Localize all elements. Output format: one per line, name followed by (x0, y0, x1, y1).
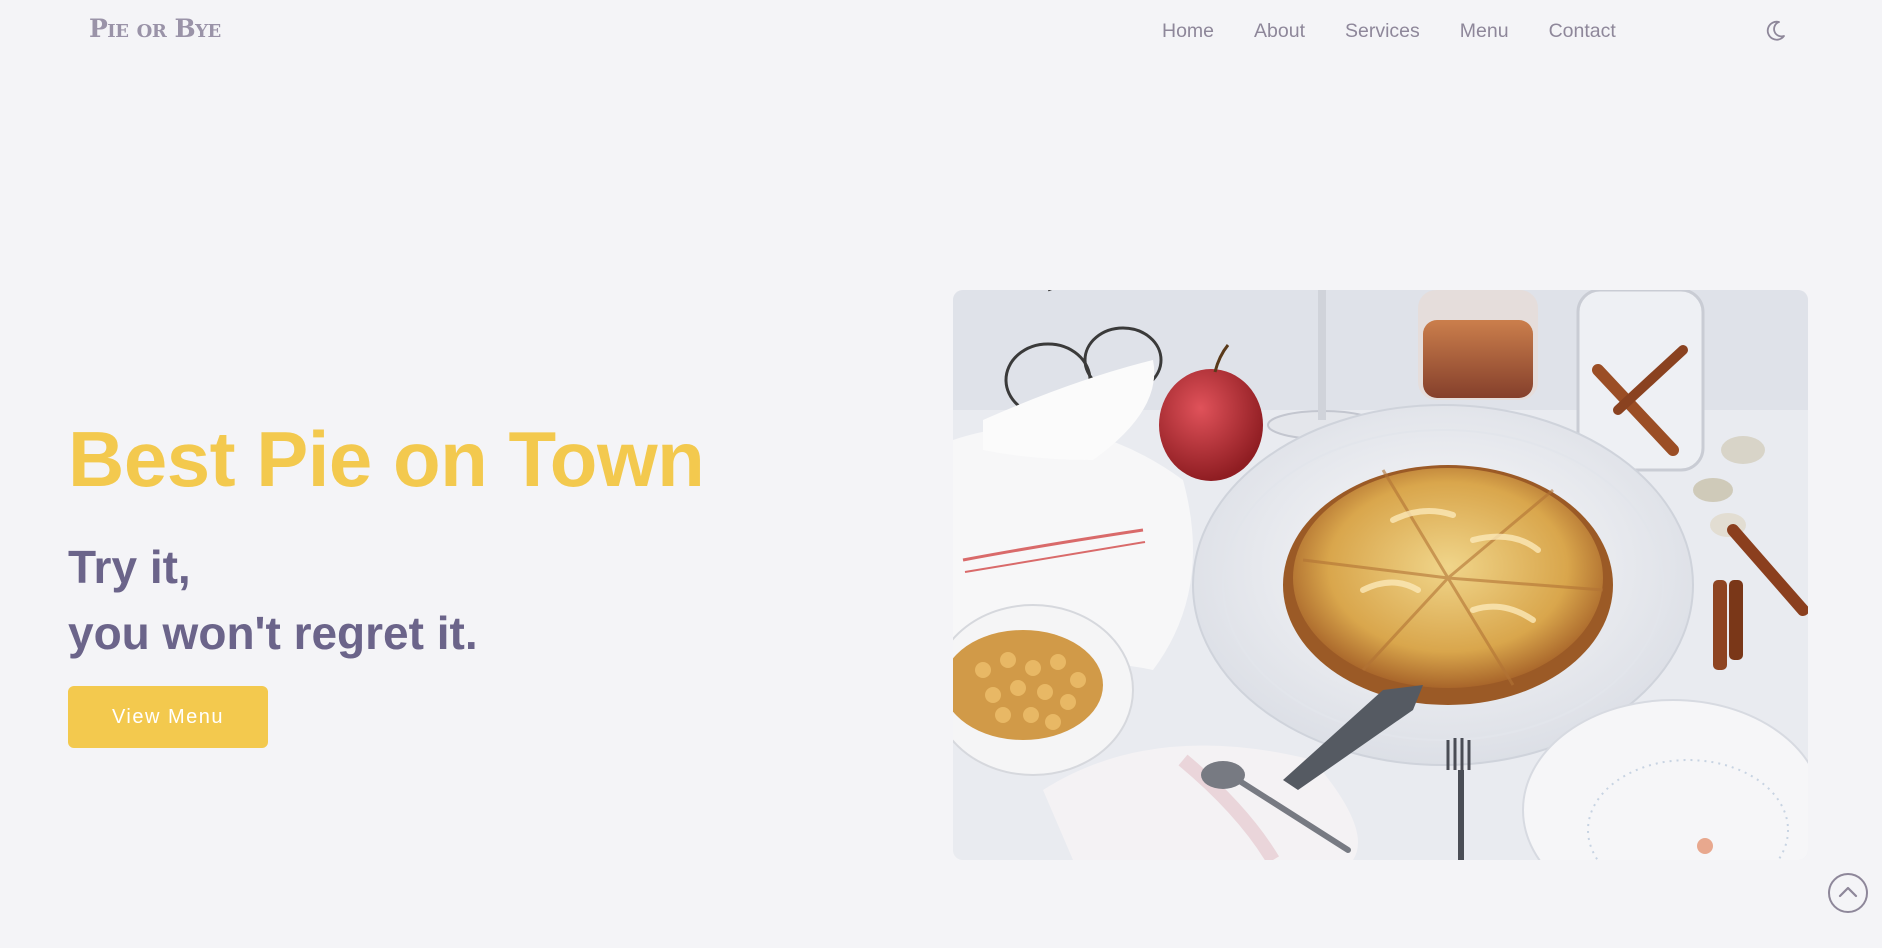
hero-tagline-line-2: you won't regret it. (68, 607, 478, 659)
view-menu-button[interactable]: View Menu (68, 686, 268, 748)
nav-services[interactable]: Services (1345, 20, 1420, 43)
nav-menu[interactable]: Menu (1460, 20, 1509, 43)
hero-pie-image (953, 290, 1808, 860)
site-logo[interactable]: Pie or Bye (89, 14, 221, 43)
scroll-to-top-button[interactable] (1828, 873, 1868, 913)
moon-icon[interactable] (1766, 20, 1786, 42)
nav-home[interactable]: Home (1162, 20, 1214, 43)
chevron-up-icon (1838, 886, 1858, 898)
hero-tagline-line-1: Try it, (68, 541, 191, 593)
hero-title: Best Pie on Town (68, 415, 705, 503)
site-header: Pie or Bye Home About Services Menu Cont… (0, 0, 1882, 64)
main-nav: Home About Services Menu Contact (1162, 20, 1616, 43)
nav-contact[interactable]: Contact (1549, 20, 1616, 43)
nav-about[interactable]: About (1254, 20, 1305, 43)
